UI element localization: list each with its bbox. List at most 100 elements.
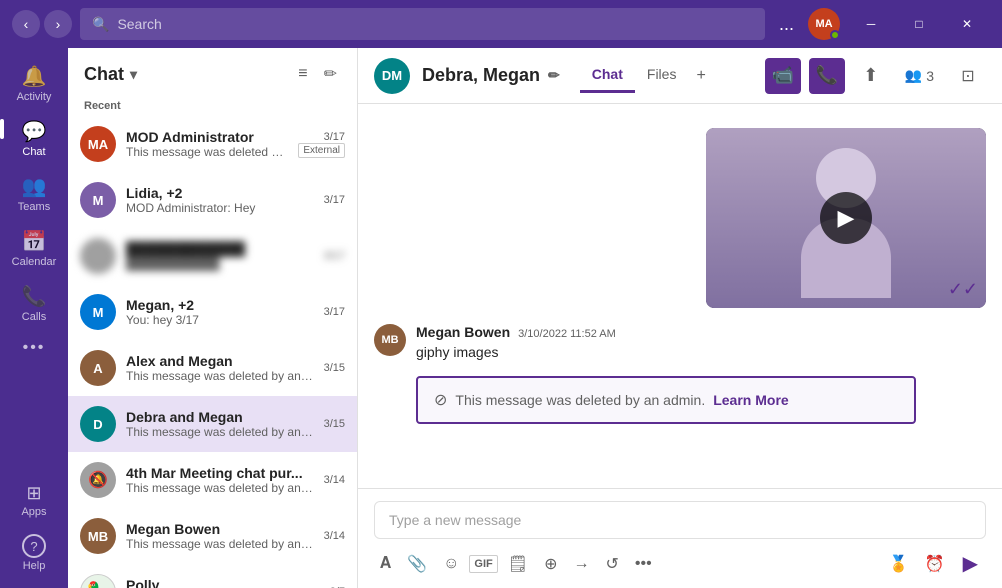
- schedule-button[interactable]: ⏰: [919, 550, 951, 578]
- avatar: A: [80, 350, 116, 386]
- message-text: giphy images: [416, 344, 986, 360]
- check-icon: ✓✓: [948, 279, 978, 300]
- window-controls: ─ □ ✕: [848, 8, 990, 40]
- audio-call-button[interactable]: 📞: [809, 58, 845, 94]
- chat-preview: MOD Administrator: Hey: [126, 201, 314, 215]
- main-layout: 🔔 Activity 💬 Chat 👥 Teams 📅 Calendar 📞 C…: [0, 48, 1002, 588]
- participants-button[interactable]: 👥 3: [897, 61, 942, 90]
- chat-icon: 💬: [22, 119, 47, 144]
- help-label: Help: [23, 560, 46, 572]
- video-call-button[interactable]: 📹: [765, 58, 801, 94]
- more-chat-options-button[interactable]: ⊡: [950, 58, 986, 94]
- loop-button[interactable]: ↺: [599, 550, 624, 578]
- compose-button[interactable]: ✏: [320, 60, 341, 88]
- more-options-button[interactable]: ...: [773, 10, 800, 39]
- external-tag: External: [298, 143, 345, 158]
- attach-button[interactable]: 📎: [401, 550, 433, 578]
- praise-button[interactable]: 🏅: [883, 550, 915, 578]
- activity-icon: 🔔: [22, 64, 47, 89]
- chat-preview: ███████████: [126, 257, 314, 271]
- sidebar-item-help[interactable]: ? Help: [0, 526, 68, 580]
- message-toolbar: 𝐀 📎 ☺ GIF 🗒 ⊕ → ↺ ••• 🏅 ⏰ ▶: [374, 547, 986, 580]
- chat-header-right: 📹 📞 ⬆ 👥 3 ⊡: [765, 58, 986, 94]
- sidebar-item-activity[interactable]: 🔔 Activity: [0, 56, 68, 111]
- chat-meta: 3/17: [324, 250, 345, 262]
- avatar: 🔕: [80, 462, 116, 498]
- close-button[interactable]: ✕: [944, 8, 990, 40]
- chat-meta: 3/17: [324, 194, 345, 206]
- video-thumbnail[interactable]: ▶ ✓✓: [706, 128, 986, 308]
- chat-info: Megan, +2 You: hey 3/17: [126, 297, 314, 327]
- chat-time: 3/17: [324, 194, 345, 206]
- activity-label: Activity: [17, 91, 52, 103]
- avatar[interactable]: MA: [808, 8, 840, 40]
- list-item[interactable]: MB Megan Bowen This message was deleted …: [68, 508, 357, 564]
- sidebar-item-apps[interactable]: ⊞ Apps: [0, 475, 68, 526]
- list-item[interactable]: ████████████ ███████████ 3/17: [68, 228, 357, 284]
- list-item[interactable]: A Alex and Megan This message was delete…: [68, 340, 357, 396]
- chat-info: MOD Administrator This message was delet…: [126, 129, 288, 159]
- sidebar-item-calendar[interactable]: 📅 Calendar: [0, 221, 68, 276]
- calls-label: Calls: [22, 311, 46, 323]
- list-item[interactable]: MA MOD Administrator This message was de…: [68, 116, 357, 172]
- emoji-button[interactable]: ☺: [437, 551, 465, 577]
- participants-icon: 👥: [905, 67, 922, 84]
- send-button[interactable]: ▶: [955, 547, 986, 580]
- filter-button[interactable]: ≡: [294, 60, 311, 88]
- teams-icon: 👥: [22, 174, 47, 199]
- avatar: M: [80, 294, 116, 330]
- chat-name: Polly: [126, 577, 320, 588]
- more-toolbar-button[interactable]: •••: [629, 551, 658, 577]
- chat-list: MA MOD Administrator This message was de…: [68, 116, 357, 588]
- list-item[interactable]: 🔕 4th Mar Meeting chat pur... This messa…: [68, 452, 357, 508]
- apps-label: Apps: [21, 506, 46, 518]
- tab-chat[interactable]: Chat: [580, 58, 635, 93]
- message-group: MB Megan Bowen 3/10/2022 11:52 AM giphy …: [374, 324, 986, 360]
- chat-info: Polly Your polly results are in!: [126, 577, 320, 588]
- message-avatar: MB: [374, 324, 406, 356]
- search-bar[interactable]: 🔍: [80, 8, 765, 40]
- search-input[interactable]: [117, 16, 753, 32]
- avatar: [80, 238, 116, 274]
- sticker-button[interactable]: 🗒: [502, 550, 534, 578]
- sidebar-item-chat[interactable]: 💬 Chat: [0, 111, 68, 166]
- chat-preview: You: hey 3/17: [126, 313, 314, 327]
- sidebar-item-more[interactable]: •••: [0, 331, 68, 365]
- minimize-button[interactable]: ─: [848, 8, 894, 40]
- chat-meta: 3/17: [324, 306, 345, 318]
- chat-time: 3/14: [324, 530, 345, 542]
- forward-button[interactable]: ›: [44, 10, 72, 38]
- chat-list-title[interactable]: Chat ▾: [84, 64, 137, 85]
- share-button[interactable]: →: [567, 551, 595, 577]
- list-item[interactable]: 🦜 Polly Your polly results are in! 3/7: [68, 564, 357, 588]
- chat-name: Megan Bowen: [126, 521, 314, 537]
- more-attach-button[interactable]: ⊕: [538, 550, 563, 578]
- list-item[interactable]: M Megan, +2 You: hey 3/17 3/17: [68, 284, 357, 340]
- deleted-message-text: This message was deleted by an admin.: [455, 392, 705, 408]
- back-button[interactable]: ‹: [12, 10, 40, 38]
- chat-info: 4th Mar Meeting chat pur... This message…: [126, 465, 314, 495]
- chat-list-panel: Chat ▾ ≡ ✏ Recent MA MOD Administrator T…: [68, 48, 358, 588]
- play-button[interactable]: ▶: [820, 192, 872, 244]
- gif-button[interactable]: GIF: [469, 555, 497, 573]
- sidebar-item-teams[interactable]: 👥 Teams: [0, 166, 68, 221]
- chat-time: 3/15: [324, 362, 345, 374]
- list-item[interactable]: D Debra and Megan This message was delet…: [68, 396, 357, 452]
- format-button[interactable]: 𝐀: [374, 551, 397, 577]
- share-screen-button[interactable]: ⬆: [853, 58, 889, 94]
- message-input-box[interactable]: Type a new message: [374, 501, 986, 539]
- maximize-button[interactable]: □: [896, 8, 942, 40]
- participants-count: 3: [926, 68, 934, 84]
- message-time: 3/10/2022 11:52 AM: [518, 328, 616, 340]
- chat-preview: This message was deleted by an a...: [126, 481, 314, 495]
- avatar: MA: [80, 126, 116, 162]
- tab-files[interactable]: Files: [635, 58, 689, 93]
- chat-preview: This message was deleted by ...: [126, 145, 288, 159]
- chat-time: 3/14: [324, 474, 345, 486]
- add-tab-button[interactable]: +: [688, 58, 713, 93]
- sidebar-item-calls[interactable]: 📞 Calls: [0, 276, 68, 331]
- list-item[interactable]: M Lidia, +2 MOD Administrator: Hey 3/17: [68, 172, 357, 228]
- learn-more-link[interactable]: Learn More: [713, 392, 788, 408]
- edit-icon[interactable]: ✏: [548, 67, 560, 84]
- input-placeholder: Type a new message: [389, 512, 521, 528]
